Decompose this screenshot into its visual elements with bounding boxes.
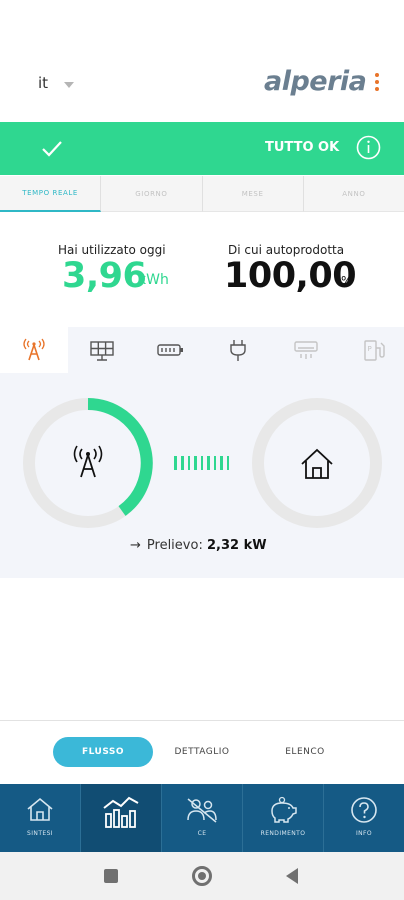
tab-solar[interactable] (68, 327, 136, 373)
prelievo-label: Prelievo: (146, 538, 203, 553)
info-icon[interactable] (356, 135, 381, 160)
nav-rendimento[interactable]: RENDIMENTO (243, 784, 324, 852)
nav-sintesi[interactable]: SINTESI (0, 784, 81, 852)
used-today-label: Hai utilizzato oggi (58, 243, 166, 257)
tab-grid[interactable] (0, 327, 68, 373)
nav-ce-label: CE (197, 830, 207, 837)
view-elenco-button[interactable]: ELENCO (265, 737, 345, 767)
alperia-logo: alperia (264, 66, 367, 97)
self-produced-unit: % (341, 274, 353, 288)
chart-icon (103, 796, 139, 828)
tab-ev-charger[interactable]: P (340, 327, 404, 373)
grid-progress-arc (87, 398, 153, 516)
nav-info-label: INFO (355, 830, 373, 837)
recent-apps-icon[interactable] (104, 869, 118, 883)
tab-giorno[interactable]: GIORNO (101, 176, 203, 212)
nav-rendimento-label: RENDIMENTO (260, 830, 306, 837)
grid-tower-icon (23, 338, 45, 361)
solar-panel-icon (90, 341, 114, 361)
used-today-unit: kWh (138, 272, 169, 288)
view-flusso-button[interactable]: FLUSSO (53, 737, 153, 767)
check-icon (42, 141, 62, 157)
self-produced-label: Di cui autoprodotta (228, 243, 345, 257)
house-icon (301, 448, 333, 479)
prelievo-readout: → Prelievo: 2,32 kW (130, 538, 267, 553)
nav-info[interactable]: INFO (324, 784, 404, 852)
grid-tower-icon (73, 445, 103, 478)
help-icon (351, 797, 377, 823)
svg-text:P: P (368, 345, 372, 353)
home-icon (27, 797, 53, 821)
self-produced-value: 100,00 (224, 256, 357, 296)
piggy-bank-icon (271, 796, 297, 823)
plug-icon (230, 340, 246, 361)
house-ring (252, 398, 382, 528)
energy-flow-diagram (23, 398, 382, 528)
more-menu-icon[interactable] (374, 73, 380, 93)
used-today-value: 3,96 (62, 256, 147, 296)
community-icon (187, 798, 217, 823)
period-tabs: TEMPO REALE GIORNO MESE ANNO (0, 176, 404, 212)
device-tabs: P (0, 327, 404, 373)
nav-chart[interactable] (81, 784, 162, 852)
nav-ce[interactable]: CE (162, 784, 243, 852)
tab-tempo-reale[interactable]: TEMPO REALE (0, 176, 102, 212)
nav-sintesi-label: SINTESI (27, 830, 53, 837)
ev-charger-icon: P (364, 340, 385, 361)
tab-anno[interactable]: ANNO (303, 176, 404, 212)
tab-plug[interactable] (204, 327, 272, 373)
chevron-down-icon[interactable] (64, 82, 74, 88)
tab-mese[interactable]: MESE (202, 176, 304, 212)
status-text: TUTTO OK (265, 140, 340, 155)
battery-icon (157, 344, 183, 356)
home-button-icon[interactable] (192, 866, 212, 886)
prelievo-value: 2,32 kW (206, 538, 267, 553)
back-icon[interactable] (286, 868, 298, 884)
flow-animation-bars (174, 456, 229, 470)
view-dettaglio-button[interactable]: DETTAGLIO (162, 737, 242, 767)
air-conditioner-icon (294, 341, 318, 359)
tab-air-conditioner[interactable] (272, 327, 340, 373)
tab-battery[interactable] (136, 327, 204, 373)
arrow-right-icon: → (130, 538, 141, 553)
bottom-navigation: SINTESI CE RENDIMENTO INFO (0, 784, 404, 852)
divider (0, 720, 404, 721)
app-header (0, 0, 404, 122)
language-selector[interactable]: it (38, 74, 48, 92)
